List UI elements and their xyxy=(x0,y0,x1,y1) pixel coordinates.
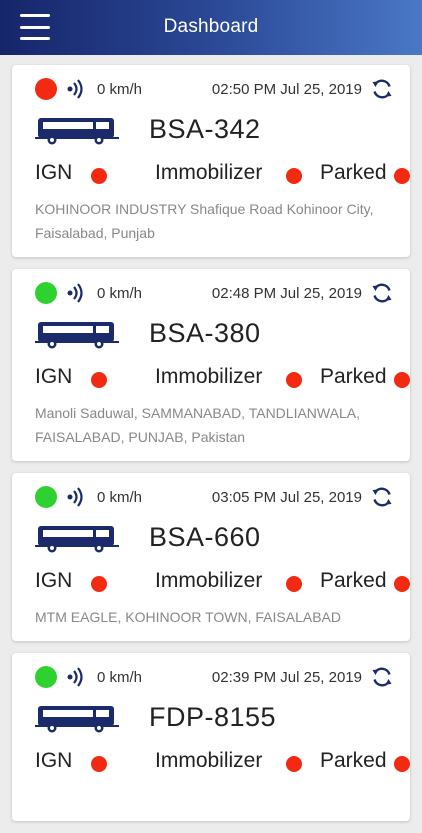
status-indicator-icon xyxy=(35,486,57,508)
parked-status-icon xyxy=(394,168,410,184)
signal-icon xyxy=(67,667,83,687)
bus-icon xyxy=(35,526,119,553)
immobilizer-label: Immobilizer xyxy=(155,161,263,184)
immobilizer-status-icon xyxy=(286,372,302,388)
signal-icon xyxy=(67,283,83,303)
ign-status-icon xyxy=(91,168,107,184)
vehicle-list: 0 km/h 02:50 PM Jul 25, 2019 BSA-342 IGN… xyxy=(12,65,410,833)
signal-icon xyxy=(67,487,83,507)
immobilizer-label: Immobilizer xyxy=(155,365,263,388)
last-update-time: 02:50 PM Jul 25, 2019 xyxy=(211,81,362,98)
status-indicator-icon xyxy=(35,282,57,304)
parked-status-icon xyxy=(394,372,410,388)
vehicle-card[interactable]: 0 km/h 02:48 PM Jul 25, 2019 BSA-380 IGN… xyxy=(12,269,410,461)
ign-status-icon xyxy=(91,756,107,772)
vehicle-card[interactable]: 0 km/h 03:05 PM Jul 25, 2019 BSA-660 IGN… xyxy=(12,473,410,641)
status-indicator-icon xyxy=(35,78,57,100)
parked-label: Parked xyxy=(320,569,387,592)
speed-value: 0 km/h xyxy=(97,489,143,506)
vehicle-address xyxy=(24,785,398,809)
refresh-icon[interactable] xyxy=(370,485,394,509)
vehicle-card[interactable]: 0 km/h 02:39 PM Jul 25, 2019 FDP-8155 IG… xyxy=(12,653,410,821)
immobilizer-label: Immobilizer xyxy=(155,749,263,772)
refresh-icon[interactable] xyxy=(370,77,394,101)
bus-icon xyxy=(35,706,119,733)
immobilizer-label: Immobilizer xyxy=(155,569,263,592)
parked-label: Parked xyxy=(320,365,387,388)
parked-status-icon xyxy=(394,576,410,592)
vehicle-card[interactable]: 0 km/h 02:50 PM Jul 25, 2019 BSA-342 IGN… xyxy=(12,65,410,257)
vehicle-plate: BSA-660 xyxy=(149,522,261,552)
immobilizer-status-icon xyxy=(286,756,302,772)
page-title: Dashboard xyxy=(163,16,259,37)
ign-label: IGN xyxy=(35,365,73,388)
speed-value: 0 km/h xyxy=(97,669,143,686)
refresh-icon[interactable] xyxy=(370,665,394,689)
ign-label: IGN xyxy=(35,749,73,772)
last-update-time: 02:39 PM Jul 25, 2019 xyxy=(211,669,362,686)
signal-icon xyxy=(67,79,83,99)
vehicle-plate: FDP-8155 xyxy=(149,702,277,732)
speed-value: 0 km/h xyxy=(97,285,143,302)
parked-label: Parked xyxy=(320,161,387,184)
status-indicator-icon xyxy=(35,666,57,688)
vehicle-plate: BSA-380 xyxy=(149,318,261,348)
ign-label: IGN xyxy=(35,569,73,592)
last-update-time: 03:05 PM Jul 25, 2019 xyxy=(211,489,362,506)
ign-status-icon xyxy=(91,576,107,592)
vehicle-plate: BSA-342 xyxy=(149,114,261,144)
immobilizer-status-icon xyxy=(286,168,302,184)
bus-icon xyxy=(35,118,119,145)
speed-value: 0 km/h xyxy=(97,81,143,98)
parked-label: Parked xyxy=(320,749,387,772)
ign-label: IGN xyxy=(35,161,73,184)
vehicle-address: Manoli Saduwal, SAMMANABAD, TANDLIANWALA… xyxy=(35,405,360,445)
bus-icon xyxy=(35,322,119,349)
vehicle-address: MTM EAGLE, KOHINOOR TOWN, FAISALABAD xyxy=(35,609,341,625)
vehicle-address: KOHINOOR INDUSTRY Shafique Road Kohinoor… xyxy=(35,201,374,241)
last-update-time: 02:48 PM Jul 25, 2019 xyxy=(211,285,362,302)
immobilizer-status-icon xyxy=(286,576,302,592)
ign-status-icon xyxy=(91,372,107,388)
app-bar: Dashboard xyxy=(0,0,422,55)
parked-status-icon xyxy=(394,756,410,772)
refresh-icon[interactable] xyxy=(370,281,394,305)
